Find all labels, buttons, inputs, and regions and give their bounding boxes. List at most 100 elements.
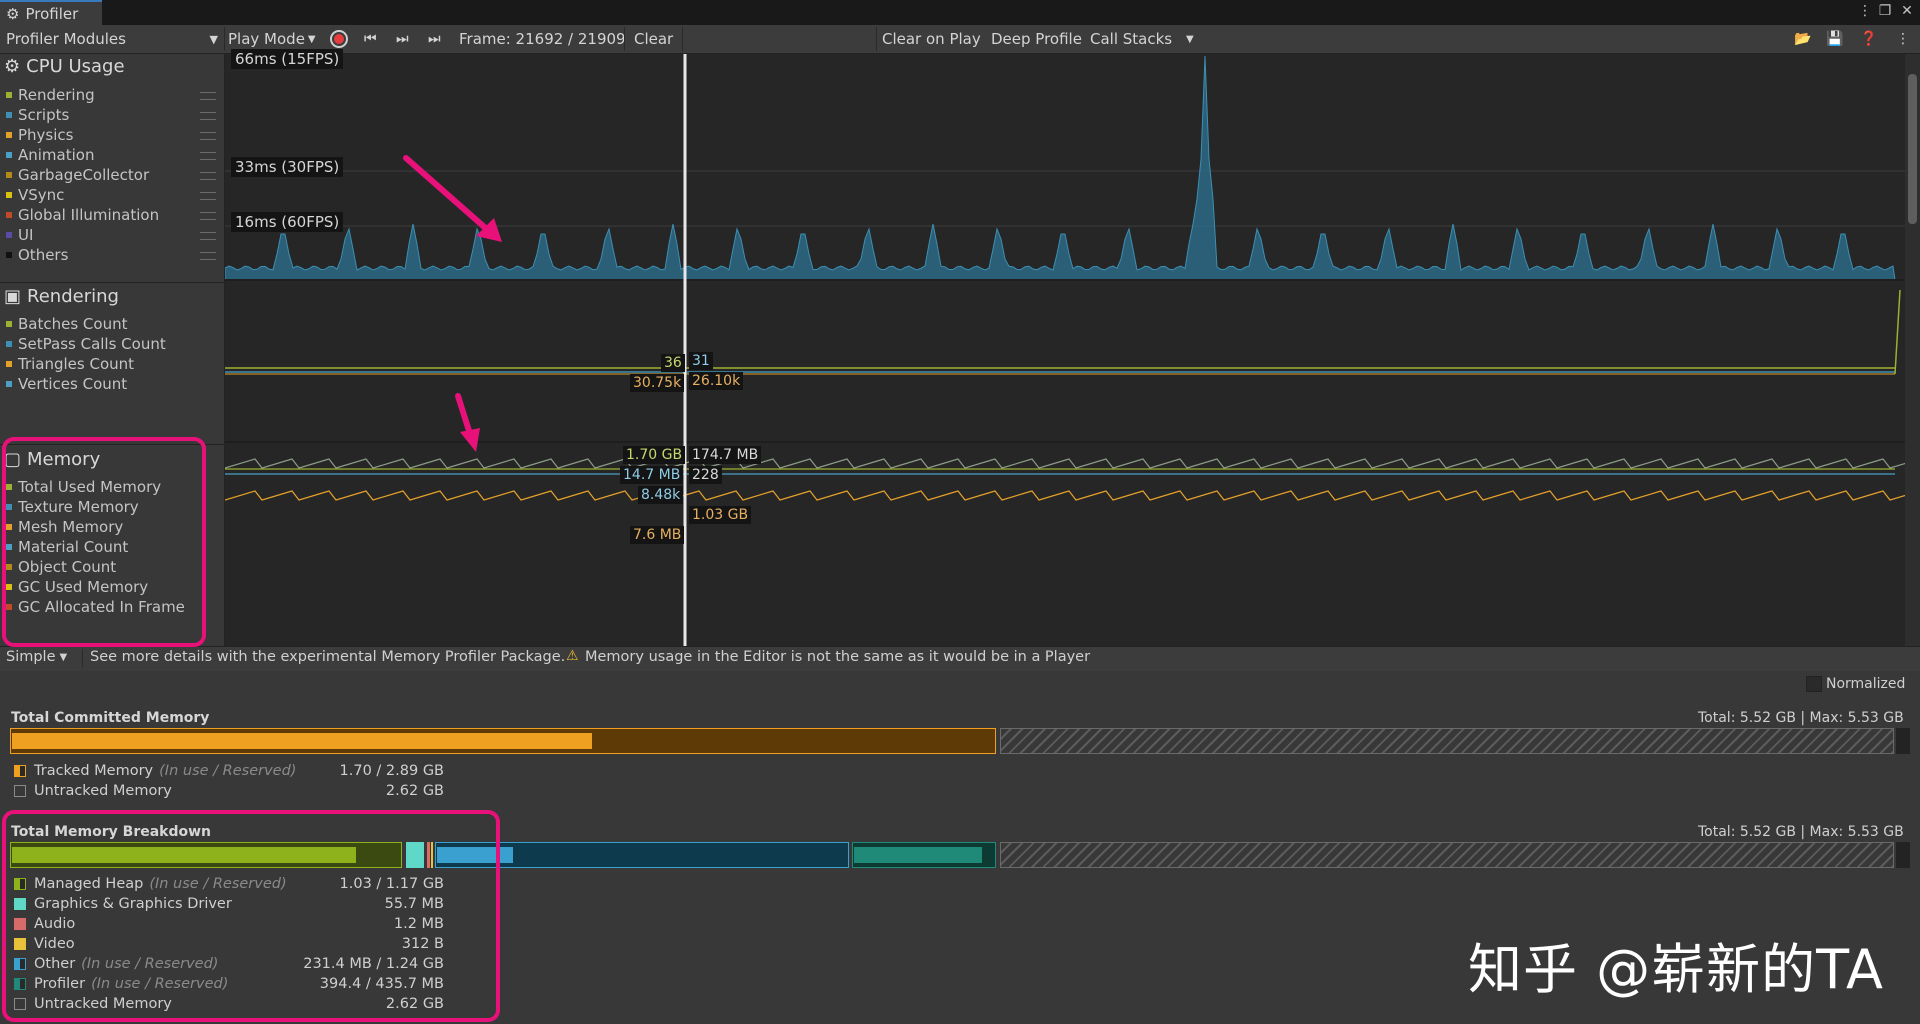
cpu-series-item[interactable]: Global Illumination: [6, 205, 159, 225]
cpu-icon: ⚙: [4, 56, 21, 77]
batches-value-label: 36: [661, 354, 685, 372]
current-frame-icon[interactable]: ⏭: [428, 25, 441, 53]
reorder-handle-icon[interactable]: [200, 232, 216, 240]
bar-remainder: [1896, 728, 1910, 754]
memory-breakdown-highlight: [2, 810, 500, 1022]
fps-60-label: 16ms (60FPS): [231, 212, 344, 232]
load-icon[interactable]: 📂: [1794, 25, 1811, 53]
more-options-icon[interactable]: ⋮: [1855, 3, 1875, 19]
gc-used-memory-value: 1.03 GB: [689, 506, 752, 524]
tracked-memory-reserved-bar[interactable]: [10, 728, 996, 754]
memory-profiler-hint: See more details with the experimental M…: [90, 649, 566, 665]
rendering-series-item[interactable]: Triangles Count: [6, 354, 134, 374]
series-color-swatch: [6, 92, 12, 98]
series-label: Rendering: [18, 86, 95, 104]
cpu-usage-title: CPU Usage: [26, 56, 125, 77]
toolbar-divider: [876, 27, 877, 51]
series-color-swatch: [6, 232, 12, 238]
cpu-series-item[interactable]: Physics: [6, 125, 73, 145]
series-label: Vertices Count: [18, 375, 128, 393]
call-stacks-dropdown-icon[interactable]: ▼: [1186, 25, 1194, 53]
object-count-value: 228: [689, 466, 722, 484]
call-stacks-toggle[interactable]: Call Stacks: [1090, 25, 1172, 53]
next-frame-icon[interactable]: ⏭: [396, 25, 409, 53]
save-icon[interactable]: 💾: [1826, 25, 1843, 53]
cpu-usage-module-header[interactable]: ⚙ CPU Usage: [4, 56, 125, 77]
rendering-title: Rendering: [27, 286, 119, 307]
rendering-module-header[interactable]: ▣ Rendering: [4, 286, 119, 307]
legend-value: 1.70 / 2.89 GB: [339, 763, 444, 779]
untracked-memory-breakdown-bar[interactable]: [1000, 842, 1894, 868]
record-button[interactable]: [330, 30, 348, 48]
help-icon[interactable]: ❓: [1860, 25, 1877, 53]
cpu-series-item[interactable]: Others: [6, 245, 68, 265]
legend-label: Tracked Memory: [34, 763, 154, 779]
profiler-modules-dropdown[interactable]: Profiler Modules ▼: [6, 25, 218, 53]
profiler-modules-label: Profiler Modules: [6, 30, 126, 48]
series-label: Scripts: [18, 106, 70, 124]
chart-scrollbar-thumb[interactable]: [1908, 74, 1917, 224]
record-icon: [334, 34, 344, 44]
reorder-handle-icon[interactable]: [200, 92, 216, 100]
editor-memory-warning: Memory usage in the Editor is not the sa…: [585, 649, 1091, 665]
deep-profile-toggle[interactable]: Deep Profile: [991, 25, 1082, 53]
triangles-value-label: 30.75k: [630, 374, 685, 392]
cpu-series-item[interactable]: VSync: [6, 185, 64, 205]
normalized-checkbox[interactable]: [1806, 676, 1822, 692]
profiler-icon: ⚙: [6, 4, 20, 23]
rendering-series-item[interactable]: SetPass Calls Count: [6, 334, 166, 354]
series-label: Batches Count: [18, 315, 128, 333]
reorder-handle-icon[interactable]: [200, 112, 216, 120]
toolbar-divider: [224, 27, 225, 51]
reorder-handle-icon[interactable]: [200, 172, 216, 180]
profiler-tab[interactable]: ⚙ Profiler: [0, 0, 102, 25]
legend-sublabel: (In use / Reserved): [159, 763, 297, 779]
bar-remainder: [1896, 842, 1910, 868]
total-used-memory-value: 1.70 GB: [623, 446, 686, 464]
rendering-series-item[interactable]: Batches Count: [6, 314, 127, 334]
cpu-series-item[interactable]: Scripts: [6, 105, 69, 125]
annotation-arrow-cpu: [403, 155, 502, 242]
dropdown-arrow-icon: ▼: [307, 33, 316, 45]
series-color-swatch: [6, 212, 12, 218]
reorder-handle-icon[interactable]: [200, 132, 216, 140]
series-label: UI: [18, 226, 34, 244]
cpu-series-item[interactable]: Animation: [6, 145, 94, 165]
vertices-value-label: 26.10k: [689, 372, 744, 390]
previous-frame-icon[interactable]: ⏮: [364, 25, 377, 53]
reorder-handle-icon[interactable]: [200, 252, 216, 260]
series-label: VSync: [18, 186, 65, 204]
watermark-text: 知乎 @崭新的TA: [1468, 938, 1884, 1001]
series-label: GarbageCollector: [18, 166, 150, 184]
rendering-icon: ▣: [4, 286, 22, 307]
module-divider: [0, 282, 224, 283]
close-icon[interactable]: ✕: [1897, 3, 1917, 19]
committed-memory-title: Total Committed Memory: [11, 710, 210, 726]
toolbar-menu-icon[interactable]: ⋮: [1896, 25, 1910, 53]
cpu-series-item[interactable]: GarbageCollector: [6, 165, 149, 185]
clear-on-play-toggle[interactable]: Clear on Play: [882, 25, 981, 53]
clear-button[interactable]: Clear: [634, 25, 673, 53]
window-title-bar: [0, 0, 1920, 25]
cpu-series-item[interactable]: UI: [6, 225, 33, 245]
annotation-arrow-memory: [455, 393, 480, 452]
warning-icon: ⚠: [566, 648, 579, 664]
untracked-memory-bar[interactable]: [1000, 728, 1894, 754]
reorder-handle-icon[interactable]: [200, 152, 216, 160]
profiler-timeline-charts[interactable]: [224, 54, 1920, 646]
profiler-tab-label: Profiler: [25, 4, 79, 23]
profiler-in-use-bar: [854, 847, 982, 863]
reorder-handle-icon[interactable]: [200, 192, 216, 200]
cpu-series-item[interactable]: Rendering: [6, 85, 95, 105]
view-mode-dropdown[interactable]: Simple ▼: [6, 649, 67, 665]
frame-counter: Frame: 21692 / 21909: [459, 30, 626, 48]
series-color-swatch: [6, 341, 12, 347]
rendering-series-item[interactable]: Vertices Count: [6, 374, 127, 394]
normalized-label: Normalized: [1826, 676, 1906, 692]
profiler-reserved-bar[interactable]: [852, 842, 996, 868]
play-mode-label: Play Mode: [228, 30, 305, 48]
maximize-icon[interactable]: ❐: [1875, 3, 1895, 19]
series-color-swatch: [6, 132, 12, 138]
reorder-handle-icon[interactable]: [200, 212, 216, 220]
memory-module-highlight: [2, 437, 206, 647]
